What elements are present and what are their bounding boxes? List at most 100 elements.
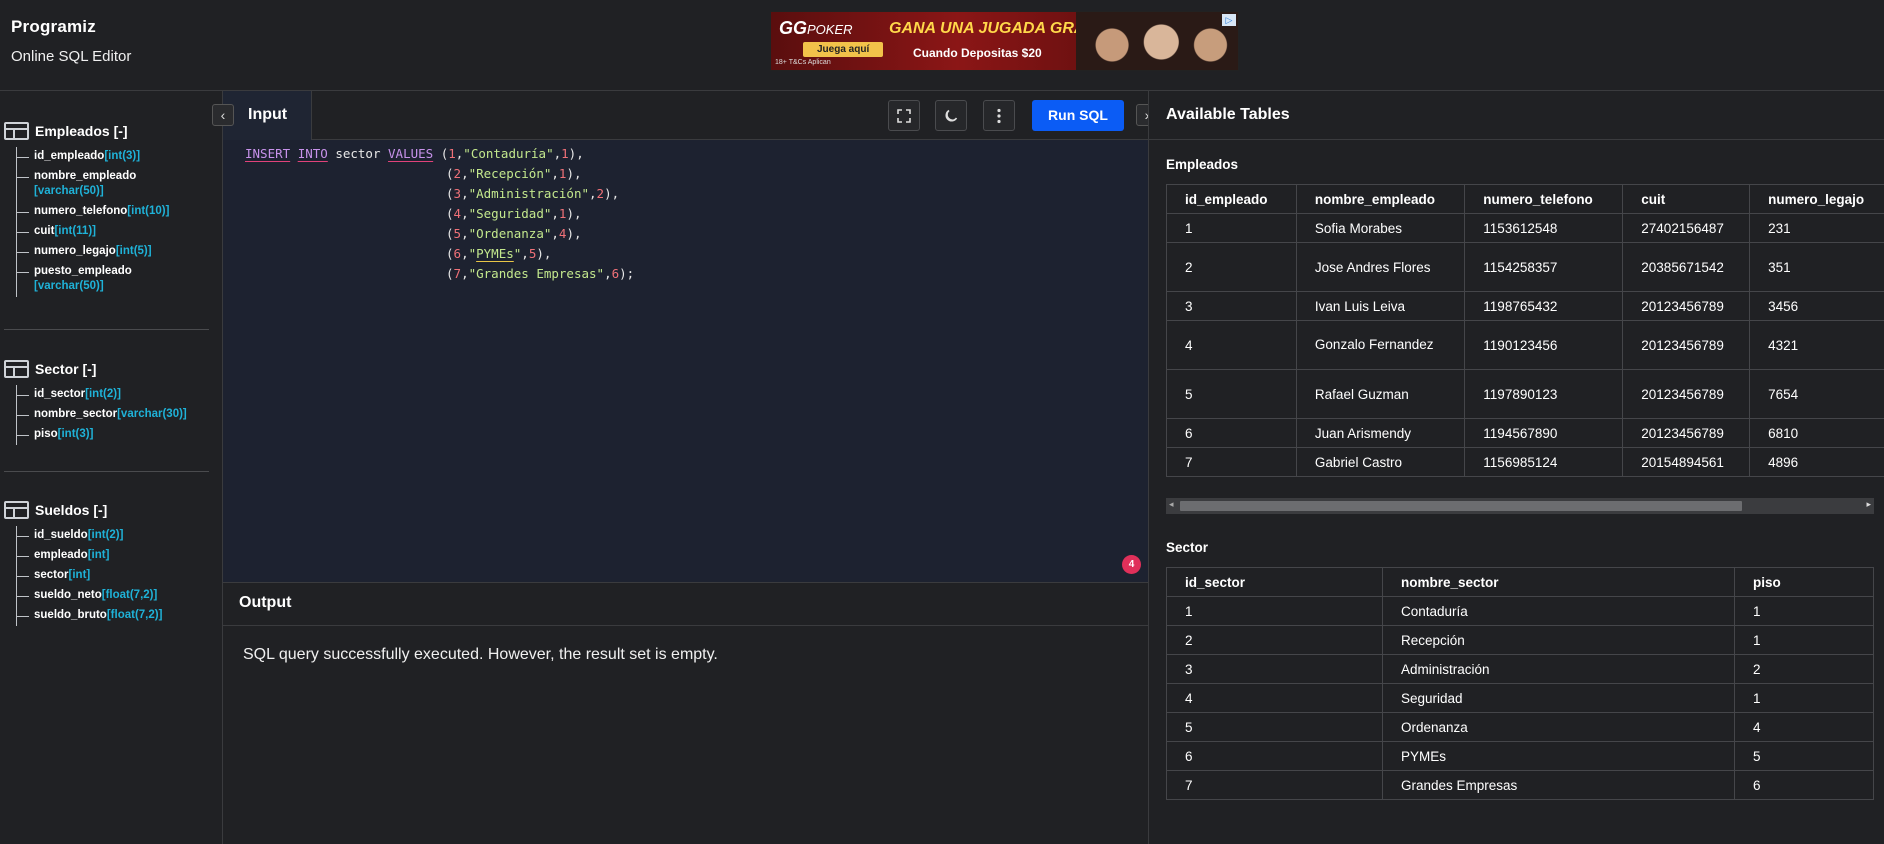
divider bbox=[4, 329, 209, 330]
table-cell: 7 bbox=[1166, 447, 1297, 477]
text-token: "Ordenanza" bbox=[468, 226, 552, 241]
fullscreen-button[interactable] bbox=[888, 100, 920, 131]
table-cell: Seguridad bbox=[1382, 683, 1735, 713]
table-cell: Grandes Empresas bbox=[1382, 770, 1735, 800]
column-item: cuit[int(11)] bbox=[17, 222, 215, 242]
table-cell: 6 bbox=[1166, 418, 1297, 448]
table-icon bbox=[4, 501, 29, 519]
table-cell: 1194567890 bbox=[1464, 418, 1624, 448]
table-name[interactable]: Sueldos [-] bbox=[35, 502, 107, 518]
table-cell: 3 bbox=[1166, 654, 1383, 684]
table-cell: Rafael Guzman bbox=[1295, 369, 1466, 419]
sector-table: id_sector nombre_sector piso 1 Contaduría… bbox=[1166, 567, 1874, 800]
column-header: id_empleado bbox=[1166, 184, 1297, 214]
table-cell: 4 bbox=[1166, 320, 1297, 370]
empleados-table-container[interactable]: id_empleado nombre_empleado numero_telef… bbox=[1166, 184, 1884, 480]
table-cell: 5 bbox=[1166, 369, 1297, 419]
table-cell: Sofia Morabes bbox=[1295, 213, 1466, 243]
table-cell: 351 bbox=[1749, 242, 1884, 292]
column-header: nombre_sector bbox=[1382, 567, 1735, 597]
table-name[interactable]: Empleados [-] bbox=[35, 123, 128, 139]
theme-toggle-button[interactable] bbox=[935, 100, 967, 131]
text-token: cuit bbox=[34, 225, 55, 237]
table-row: 3 Administración 2 bbox=[1166, 654, 1874, 684]
ad-cta-button[interactable]: Juega aquí bbox=[803, 42, 884, 57]
code-line: (4,"Seguridad",1), bbox=[446, 206, 582, 221]
more-vertical-icon bbox=[997, 108, 1001, 124]
text-token: ), bbox=[566, 206, 582, 221]
table-cell: 1 bbox=[1734, 625, 1874, 655]
code-editor[interactable]: INSERT INTO sector VALUES (1,"Contaduría… bbox=[223, 140, 1148, 582]
fullscreen-icon bbox=[897, 109, 911, 123]
text-token: piso bbox=[34, 428, 58, 440]
column-item: numero_telefono[int(10)] bbox=[17, 202, 215, 222]
table-row: 1 Contaduría 1 bbox=[1166, 596, 1874, 626]
issues-badge[interactable]: 4 bbox=[1122, 555, 1141, 574]
table-row: 6 Juan Arismendy 1194567890 20123456789 6810 bbox=[1166, 418, 1884, 448]
available-tables-panel: Available Tables Empleados id_empleado n… bbox=[1148, 91, 1884, 844]
column-item: puesto_empleado [varchar(50)] bbox=[17, 262, 215, 297]
column-type: [int(3)] bbox=[104, 150, 141, 162]
top-bar: Programiz Online SQL Editor GGPOKER GANA… bbox=[0, 0, 1884, 91]
table-header-empleados[interactable]: Empleados [-] bbox=[4, 119, 215, 143]
table-cell: 1 bbox=[1734, 596, 1874, 626]
column-type: [int(10)] bbox=[127, 205, 170, 217]
table-cell: 5 bbox=[1166, 712, 1383, 742]
programiz-logo[interactable]: Programiz bbox=[11, 17, 96, 37]
column-item: numero_legajo[int(5)] bbox=[17, 242, 215, 262]
column-item: nombre_sector[varchar(30)] bbox=[17, 405, 215, 425]
table-row: 2 Jose Andres Flores 1154258357 20385671542… bbox=[1166, 242, 1884, 292]
scroll-right-icon[interactable]: ▸ bbox=[1866, 499, 1871, 510]
code-line: (5,"Ordenanza",4), bbox=[446, 226, 582, 241]
text-token: POKER bbox=[807, 22, 853, 37]
empleados-table: id_empleado nombre_empleado numero_telef… bbox=[1166, 184, 1884, 477]
code-line: INSERT INTO sector VALUES (1,"Contaduría… bbox=[245, 146, 584, 161]
table-cell: 20123456789 bbox=[1622, 369, 1751, 419]
table-cell: 7654 bbox=[1749, 369, 1884, 419]
text-token: "Recepción" bbox=[468, 166, 552, 181]
ad-brand: GGPOKER bbox=[779, 18, 853, 39]
column-type: [float(7,2)] bbox=[106, 609, 163, 621]
tab-input[interactable]: Input bbox=[223, 91, 312, 140]
table-name[interactable]: Sector [-] bbox=[35, 361, 96, 377]
scroll-left-icon[interactable]: ◂ bbox=[1169, 499, 1174, 510]
column-header: cuit bbox=[1622, 184, 1751, 214]
column-header: numero_legajo bbox=[1749, 184, 1884, 214]
output-panel: SQL query successfully executed. However… bbox=[223, 626, 1148, 844]
more-options-button[interactable] bbox=[983, 100, 1015, 131]
table-header-sector[interactable]: Sector [-] bbox=[4, 357, 215, 381]
text-token: ), bbox=[568, 146, 584, 161]
text-token: 1 bbox=[561, 146, 569, 161]
table-cell: 3456 bbox=[1749, 291, 1884, 321]
table-cell: 20123456789 bbox=[1622, 291, 1751, 321]
column-type: [varchar(50)] bbox=[34, 280, 104, 292]
table-cell: 1 bbox=[1166, 213, 1297, 243]
sector-table-container: id_sector nombre_sector piso 1 Contaduría… bbox=[1166, 567, 1874, 800]
scrollbar-thumb[interactable] bbox=[1180, 501, 1742, 511]
table-cell: 4 bbox=[1166, 683, 1383, 713]
ad-banner[interactable]: GGPOKER GANA UNA JUGADA GRATIS DE $50 Ju… bbox=[770, 11, 1239, 71]
ad-choices-icon[interactable]: ▷ bbox=[1222, 14, 1236, 26]
available-tables-header: Available Tables bbox=[1149, 91, 1884, 140]
table-row: 4 Seguridad 1 bbox=[1166, 683, 1874, 713]
table-header-sueldos[interactable]: Sueldos [-] bbox=[4, 498, 215, 522]
text-token: nombre_sector bbox=[34, 408, 118, 420]
column-type: [int(2)] bbox=[87, 529, 124, 541]
table-cell: 1 bbox=[1166, 596, 1383, 626]
table-tree-sector: Sector [-] id_sector[int(2)] nombre_sect… bbox=[0, 357, 215, 445]
table-cell: 4896 bbox=[1749, 447, 1884, 477]
text-token: "Seguridad" bbox=[468, 206, 552, 221]
sector-label: Sector bbox=[1166, 540, 1209, 555]
table-row: 5 Rafael Guzman 1197890123 20123456789 7654 bbox=[1166, 369, 1884, 419]
tab-input-label: Input bbox=[248, 106, 288, 123]
table-cell: 20154894561 bbox=[1622, 447, 1751, 477]
horizontal-scrollbar[interactable]: ◂ ▸ bbox=[1166, 498, 1874, 514]
text-token: 2 bbox=[596, 186, 605, 201]
text-token: PYMEs bbox=[476, 246, 514, 261]
table-cell: 6 bbox=[1734, 770, 1874, 800]
text-token: ), bbox=[604, 186, 620, 201]
run-sql-button[interactable]: Run SQL bbox=[1032, 100, 1124, 131]
column-list: id_empleado[int(3)] nombre_empleado [varc… bbox=[16, 147, 215, 297]
column-header: numero_telefono bbox=[1464, 184, 1624, 214]
collapse-sidebar-button[interactable]: ‹ bbox=[212, 104, 234, 126]
